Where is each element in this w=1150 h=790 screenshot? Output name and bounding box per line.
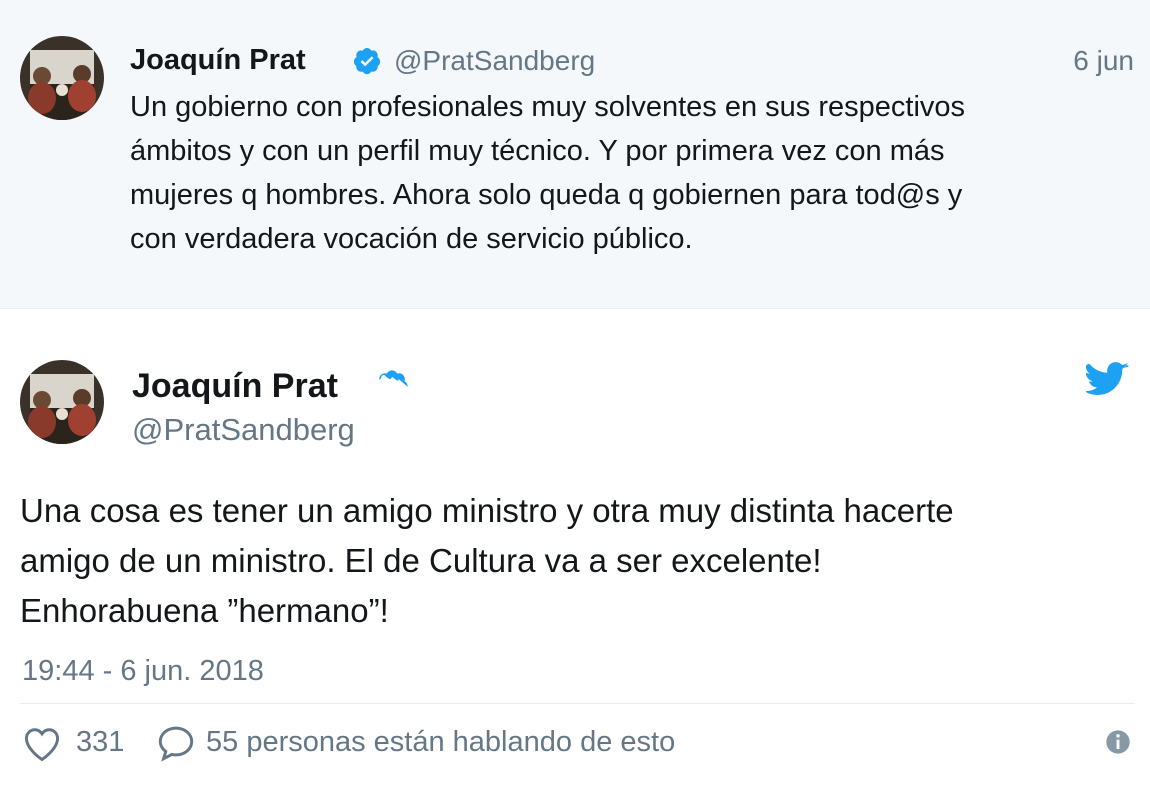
tweet-text-line: ámbitos y con un perfil muy técnico. Y p…	[130, 135, 945, 167]
divider	[20, 703, 1135, 704]
tweet-text: Un gobierno con profesionales muy solven…	[130, 85, 1135, 261]
tweet-text-line: mujeres q hombres. Ahora solo queda q go…	[130, 179, 963, 211]
author-name[interactable]: Joaquín Prat	[130, 44, 306, 77]
tweet-text-line: Una cosa es tener un amigo ministro y ot…	[20, 492, 954, 529]
tweet-timestamp[interactable]: 19:44 - 6 jun. 2018	[22, 655, 264, 688]
twitter-bird-icon[interactable]	[1084, 362, 1130, 403]
verified-badge-icon	[352, 46, 382, 81]
verified-badge-icon	[374, 368, 410, 409]
like-count[interactable]: 331	[76, 726, 124, 759]
avatar[interactable]	[20, 360, 104, 444]
tweet-text-line: Un gobierno con profesionales muy solven…	[130, 91, 966, 123]
tweet-text-line: amigo de un ministro. El de Cultura va a…	[20, 542, 822, 579]
conversation-count[interactable]: 55 personas están hablando de esto	[206, 726, 675, 759]
tweet-text-line: con verdadera vocación de servicio públi…	[130, 223, 693, 255]
tweet-date[interactable]: 6 jun	[1073, 45, 1134, 77]
tweet-text-line: Enhorabuena ”hermano”!	[20, 592, 389, 629]
tweet-text: Una cosa es tener un amigo ministro y ot…	[20, 486, 1135, 636]
author-handle[interactable]: @PratSandberg	[394, 45, 595, 77]
info-icon[interactable]	[1104, 728, 1132, 761]
heart-icon[interactable]	[22, 726, 62, 767]
author-handle[interactable]: @PratSandberg	[132, 412, 355, 448]
author-name[interactable]: Joaquín Prat	[132, 367, 338, 406]
avatar[interactable]	[20, 36, 104, 120]
reply-bubble-icon[interactable]	[156, 724, 196, 767]
tweet-top-card[interactable]: Joaquín Prat @PratSandberg 6 jun Un gobi…	[0, 0, 1150, 309]
